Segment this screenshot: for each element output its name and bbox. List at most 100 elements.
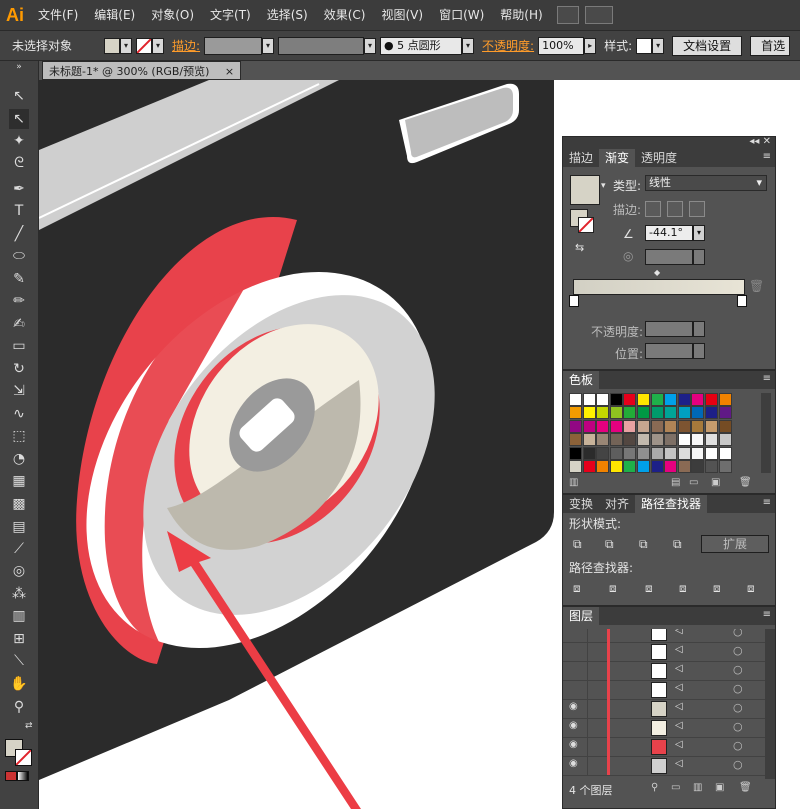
swatch-chip[interactable] bbox=[691, 446, 705, 460]
panel-menu-icon[interactable]: ≡ bbox=[763, 151, 771, 162]
outline-icon[interactable]: ⧈ bbox=[713, 581, 721, 596]
swatch-chip[interactable] bbox=[691, 460, 705, 473]
collapse-panel-icon[interactable]: ◂◂ ✕ bbox=[749, 136, 771, 147]
new-color-group-icon[interactable]: ▭ bbox=[689, 477, 698, 488]
aspect-ratio-field[interactable] bbox=[645, 249, 693, 265]
tab-swatches[interactable]: 色板 bbox=[563, 371, 600, 389]
swatch-chip[interactable] bbox=[718, 419, 732, 433]
eraser-tool-icon[interactable]: ▭ bbox=[9, 336, 29, 356]
stroke-label[interactable]: 描边: bbox=[168, 37, 204, 54]
swatch-libraries-icon[interactable]: ▥ bbox=[569, 477, 578, 488]
visibility-eye-icon[interactable]: ◉ bbox=[569, 739, 578, 750]
stroke-along-icon[interactable] bbox=[667, 201, 683, 217]
stroke-weight-dropdown[interactable]: ▾ bbox=[262, 37, 275, 54]
swatch-chip[interactable] bbox=[677, 433, 691, 447]
swatch-chip[interactable] bbox=[609, 446, 623, 460]
swatch-chip[interactable] bbox=[718, 406, 732, 420]
swatch-chip[interactable] bbox=[705, 460, 718, 473]
new-sublayer-icon[interactable]: ▥ bbox=[693, 782, 702, 793]
layer-target-icon[interactable]: ○ bbox=[733, 720, 743, 733]
swatch-chip[interactable] bbox=[609, 406, 623, 420]
tab-pathfinder[interactable]: 路径查找器 bbox=[635, 495, 708, 513]
lock-toggle[interactable] bbox=[587, 699, 588, 718]
new-layer-icon[interactable]: ▣ bbox=[715, 782, 724, 793]
swatch-chip[interactable] bbox=[705, 406, 718, 420]
lasso-tool-icon[interactable]: ᘓ bbox=[9, 153, 29, 173]
stroke-icon[interactable] bbox=[578, 217, 594, 233]
swatch-chip[interactable] bbox=[650, 460, 664, 473]
swatch-chip[interactable] bbox=[650, 406, 664, 420]
stroke-across-icon[interactable] bbox=[689, 201, 705, 217]
layer-row[interactable]: ◁ ○ bbox=[563, 642, 765, 662]
swatch-chip[interactable] bbox=[596, 446, 610, 460]
swatch-chip[interactable] bbox=[623, 446, 637, 460]
tab-transparency[interactable]: 透明度 bbox=[635, 149, 683, 167]
layer-row[interactable]: ◁ ○ bbox=[563, 629, 765, 643]
swatch-chip[interactable] bbox=[582, 393, 596, 406]
visibility-eye-icon[interactable]: ◉ bbox=[569, 758, 578, 769]
swatch-chip[interactable] bbox=[623, 419, 637, 433]
opacity-field[interactable]: 100% bbox=[538, 36, 585, 55]
variable-width-field[interactable] bbox=[278, 36, 365, 55]
layer-target-icon[interactable]: ○ bbox=[733, 682, 743, 695]
symbol-sprayer-tool-icon[interactable]: ⁂ bbox=[9, 584, 29, 604]
pen-tool-icon[interactable]: ✒ bbox=[9, 179, 29, 199]
layer-target-icon[interactable]: ○ bbox=[733, 739, 743, 752]
visibility-eye-icon[interactable]: ◉ bbox=[569, 701, 578, 712]
stroke-color-box[interactable] bbox=[15, 749, 32, 766]
minus-back-icon[interactable]: ⧈ bbox=[747, 581, 755, 596]
reverse-gradient-icon[interactable]: ⇆ bbox=[575, 241, 584, 254]
artboard-tool-icon[interactable]: ⊞ bbox=[9, 629, 29, 649]
lock-toggle[interactable] bbox=[587, 718, 588, 737]
panel-menu-icon[interactable]: ≡ bbox=[763, 497, 771, 508]
intersect-icon[interactable]: ⧉ bbox=[639, 537, 648, 552]
stroke-swatch[interactable] bbox=[136, 37, 152, 54]
aspect-ratio-dropdown[interactable] bbox=[693, 249, 705, 265]
swatch-chip[interactable] bbox=[650, 393, 664, 406]
swatch-chip[interactable] bbox=[705, 419, 718, 433]
unite-icon[interactable]: ⧉ bbox=[573, 537, 582, 552]
gradient-type-select[interactable]: 线性 ▾ bbox=[645, 175, 767, 191]
hand-tool-icon[interactable]: ✋ bbox=[9, 674, 29, 694]
swatch-chip[interactable] bbox=[596, 406, 610, 420]
swatch-chip[interactable] bbox=[691, 406, 705, 420]
swatch-chip[interactable] bbox=[650, 419, 664, 433]
layer-target-icon[interactable]: ○ bbox=[733, 701, 743, 714]
stroke-within-icon[interactable] bbox=[645, 201, 661, 217]
selection-tool-icon[interactable]: ↖ bbox=[9, 86, 29, 106]
swatch-chip[interactable] bbox=[664, 460, 678, 473]
swatch-chip[interactable] bbox=[705, 446, 718, 460]
stop-opacity-field[interactable] bbox=[645, 321, 693, 337]
stroke-dropdown[interactable]: ▾ bbox=[152, 37, 164, 54]
crop-icon[interactable]: ⧈ bbox=[679, 581, 687, 596]
zoom-tool-icon[interactable]: ⚲ bbox=[9, 697, 29, 717]
gradient-stop-right[interactable] bbox=[737, 295, 747, 307]
lock-toggle[interactable] bbox=[587, 756, 588, 775]
swatch-chip[interactable] bbox=[637, 460, 650, 473]
swatch-chip[interactable] bbox=[677, 446, 691, 460]
swatch-chip[interactable] bbox=[664, 419, 678, 433]
swatch-chip[interactable] bbox=[609, 393, 623, 406]
swatch-chip[interactable] bbox=[650, 446, 664, 460]
swatch-chip[interactable] bbox=[623, 406, 637, 420]
midpoint-diamond-icon[interactable]: ◆ bbox=[654, 268, 660, 277]
brush-dropdown[interactable]: ▾ bbox=[462, 37, 475, 54]
swatch-chip[interactable] bbox=[691, 393, 705, 406]
swatch-chip[interactable] bbox=[582, 460, 596, 473]
swatch-chip[interactable] bbox=[623, 460, 637, 473]
swatch-chip[interactable] bbox=[623, 433, 637, 447]
swatch-chip[interactable] bbox=[596, 433, 610, 447]
column-graph-tool-icon[interactable]: ▥ bbox=[9, 606, 29, 626]
free-transform-tool-icon[interactable]: ⬚ bbox=[9, 426, 29, 446]
swatch-chip[interactable] bbox=[718, 393, 732, 406]
swatch-chip[interactable] bbox=[582, 419, 596, 433]
exclude-icon[interactable]: ⧉ bbox=[673, 537, 682, 552]
swap-colors-icon[interactable]: ⇄ bbox=[25, 721, 33, 731]
style-swatch[interactable] bbox=[636, 37, 653, 54]
perspective-grid-tool-icon[interactable]: ▦ bbox=[9, 471, 29, 491]
swatch-chip[interactable] bbox=[718, 446, 732, 460]
opacity-dropdown[interactable]: ▸ bbox=[584, 37, 597, 54]
swatch-chip[interactable] bbox=[609, 460, 623, 473]
swatch-chip[interactable] bbox=[677, 393, 691, 406]
blend-tool-icon[interactable]: ◎ bbox=[9, 561, 29, 581]
